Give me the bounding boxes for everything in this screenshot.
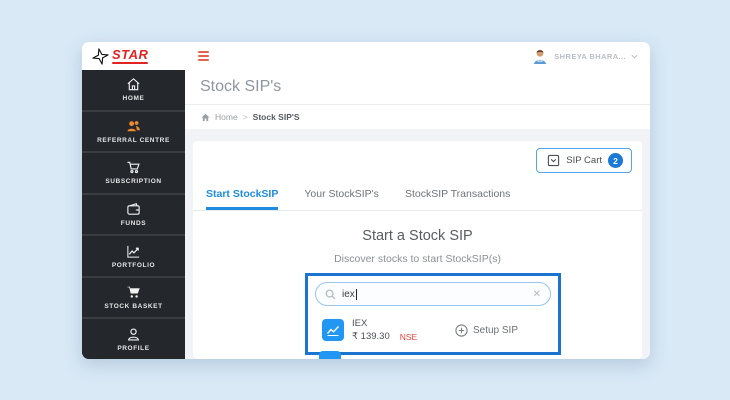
sidebar-item-home[interactable]: HOME [82,70,185,110]
home-icon [127,78,140,91]
user-avatar [534,49,547,64]
page-header: Stock SIP's [185,70,650,105]
user-name: SHREYA BHARA... [554,51,626,61]
sip-cart-box-icon [548,154,560,167]
setup-sip-button[interactable]: Setup SIP [455,323,518,337]
setup-sip-label: Setup SIP [472,324,518,336]
brand-underline [112,62,149,64]
brand-name: STAR [112,47,149,62]
sidebar-item-stock-basket[interactable]: STOCK BASKET [82,275,185,318]
top-navbar: STAR SHREYA BHARA... [82,42,650,70]
person-icon [128,328,139,341]
referral-people-icon [127,121,140,132]
breadcrumb-home-link[interactable]: Home [215,112,238,122]
stock-exchange-badge: NSE [399,331,418,342]
cart-outline-icon [127,162,140,174]
stock-search-input[interactable]: iex ✕ [315,282,551,306]
tab-start-stocksip[interactable]: Start StockSIP [206,188,279,210]
brand-logo[interactable]: STAR [92,47,149,65]
tab-bar: Start StockSIP Your StockSIP's StockSIP … [193,188,642,211]
sidebar-item-profile[interactable]: PROFILE [82,317,185,359]
section-heading: Start a Stock SIP [362,228,473,244]
hamburger-menu-icon[interactable] [198,51,210,61]
sip-cart-count-badge: 2 [608,153,623,168]
sip-cart-button[interactable]: SIP Cart 2 [536,148,632,173]
sidebar-item-funds[interactable]: FUNDS [82,192,185,235]
sip-cart-label: SIP Cart [566,155,602,166]
basket-cart-icon [127,286,140,298]
plus-circle-icon [455,323,468,337]
content-card: SIP Cart 2 Start StockSIP Your StockSIP'… [193,141,642,359]
chevron-down-icon [631,54,638,59]
search-input-value: iex [342,288,355,300]
page-title: Stock SIP's [200,78,282,95]
chart-line-icon [127,245,140,258]
clear-search-icon[interactable]: ✕ [533,289,541,300]
home-icon [201,113,210,121]
breadcrumb-current: Stock SIP'S [252,112,300,122]
sidebar-nav: HOME REFERRAL CENTRE SUBSCRIPTION FUNDS … [82,70,185,359]
highlight-annotation-box: iex ✕ IEX ₹ 139.30 NSE Setup SIP [305,273,561,355]
text-cursor [355,288,357,300]
content-area: SIP Cart 2 Start StockSIP Your StockSIP'… [185,129,650,359]
stock-symbol: IEX [352,318,368,329]
breadcrumb: Home > Stock SIP'S [185,105,650,129]
sidebar-item-referral-centre[interactable]: REFERRAL CENTRE [82,109,185,152]
main-content: Stock SIP's Home > Stock SIP'S SIP Cart … [185,70,650,359]
search-icon [325,289,336,299]
stock-result-row[interactable]: IEX ₹ 139.30 NSE Setup SIP [315,318,551,342]
stock-chart-icon [322,319,344,341]
wallet-icon [127,202,140,215]
breadcrumb-separator: > [242,112,248,122]
star-logo-icon [92,47,109,65]
tab-your-stocksips[interactable]: Your StockSIP's [304,188,379,210]
sidebar-item-subscription[interactable]: SUBSCRIPTION [82,151,185,193]
app-window: STAR SHREYA BHARA... HOME REFERRAL CENTR… [82,42,650,359]
sidebar-item-portfolio[interactable]: PORTFOLIO [82,234,185,276]
tab-stocksip-transactions[interactable]: StockSIP Transactions [405,188,510,210]
section-subheading: Discover stocks to start StockSIP(s) [334,253,501,265]
next-stock-chart-icon [319,351,341,359]
stock-price: ₹ 139.30 [352,331,390,342]
user-menu[interactable]: SHREYA BHARA... [531,47,638,65]
